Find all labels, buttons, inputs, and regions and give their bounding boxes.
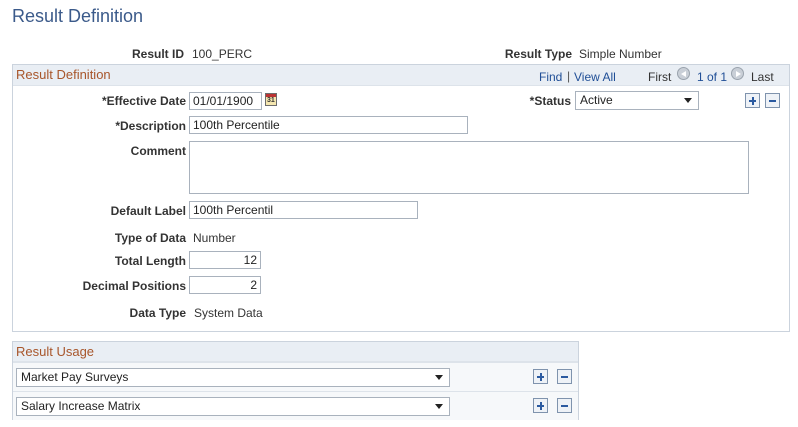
usage-value-2: Salary Increase Matrix (21, 399, 141, 413)
delete-row-button[interactable] (765, 93, 780, 108)
usage-select-1[interactable]: Market Pay Surveys (16, 368, 450, 387)
decimal-positions-field[interactable]: 2 (189, 276, 261, 294)
chevron-down-icon (684, 98, 692, 103)
status-label: *Status (529, 94, 571, 108)
comment-textarea[interactable] (189, 141, 749, 194)
delete-usage-button[interactable] (557, 369, 572, 384)
calendar-day: 31 (267, 97, 275, 104)
first-label: First (648, 70, 672, 84)
minus-icon (561, 376, 568, 378)
result-definition-header: Result Definition Find | View All First … (13, 65, 789, 86)
type-of-data-value: Number (193, 231, 236, 245)
add-usage-button[interactable] (533, 369, 548, 384)
chevron-right-icon[interactable] (731, 67, 744, 80)
description-field[interactable]: 100th Percentile (189, 116, 468, 134)
row-counter: 1 of 1 (697, 70, 728, 84)
default-label-field[interactable]: 100th Percentil (189, 201, 418, 219)
minus-icon (561, 405, 568, 407)
nav-separator: | (567, 69, 571, 83)
status-select[interactable]: Active (575, 91, 699, 110)
view-all-link[interactable]: View All (574, 70, 616, 84)
page-title: Result Definition (12, 6, 144, 26)
result-type-label: Result Type (504, 47, 572, 61)
minus-icon (769, 100, 776, 102)
total-length-field[interactable]: 12 (189, 251, 261, 269)
status-value: Active (580, 93, 613, 107)
result-usage-header: Result Usage (13, 342, 578, 362)
chevron-left-icon[interactable] (677, 67, 690, 80)
list-item: Salary Increase Matrix (13, 391, 578, 420)
find-link[interactable]: Find (539, 70, 562, 84)
decimal-positions-label: Decimal Positions (82, 279, 186, 293)
result-definition-title: Result Definition (16, 67, 111, 82)
chevron-down-icon (435, 375, 443, 380)
calendar-icon[interactable]: 31 (265, 93, 277, 106)
add-usage-button[interactable] (533, 398, 548, 413)
result-type-value: Simple Number (579, 47, 662, 61)
result-id-label: Result ID (131, 47, 184, 61)
comment-label: Comment (130, 144, 186, 158)
result-usage-title: Result Usage (16, 344, 95, 359)
data-type-value: System Data (194, 306, 263, 320)
chevron-down-icon (435, 404, 443, 409)
effective-date-label: *Effective Date (101, 94, 186, 108)
usage-value-1: Market Pay Surveys (21, 370, 129, 384)
description-label: *Description (115, 119, 186, 133)
total-length-label: Total Length (114, 254, 186, 268)
default-label-label: Default Label (110, 204, 186, 218)
list-item: Market Pay Surveys (13, 362, 578, 391)
usage-select-2[interactable]: Salary Increase Matrix (16, 397, 450, 416)
type-of-data-label: Type of Data (114, 231, 186, 245)
last-label: Last (751, 70, 774, 84)
effective-date-field[interactable]: 01/01/1900 (189, 92, 262, 110)
data-type-label: Data Type (129, 306, 186, 320)
delete-usage-button[interactable] (557, 398, 572, 413)
result-id-value: 100_PERC (192, 47, 253, 61)
result-usage-group: Result Usage Market Pay Surveys Salary I… (12, 341, 579, 420)
add-row-button[interactable] (745, 93, 760, 108)
